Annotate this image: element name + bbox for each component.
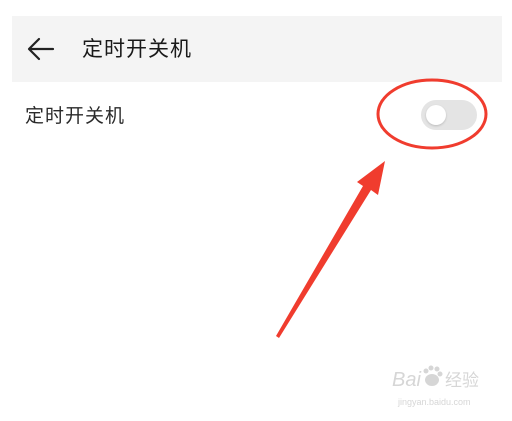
back-arrow-icon (27, 37, 55, 61)
baidu-paw-icon (423, 365, 443, 386)
watermark-brand-text: Bai (392, 369, 421, 391)
settings-screen: 定时开关机 定时开关机 Bai 经验 jingyan.baidu.com (0, 0, 512, 421)
watermark: Bai 经验 jingyan.baidu.com (392, 365, 479, 407)
app-header: 定时开关机 (12, 16, 502, 82)
annotation-arrow (276, 161, 385, 338)
scheduled-power-toggle[interactable] (421, 100, 477, 130)
setting-label: 定时开关机 (25, 105, 126, 127)
toggle-knob (426, 105, 446, 125)
page-title: 定时开关机 (82, 37, 192, 61)
watermark-jingyan-text: 经验 (445, 371, 479, 391)
back-button[interactable] (26, 34, 56, 64)
watermark-url-text: jingyan.baidu.com (397, 397, 471, 407)
